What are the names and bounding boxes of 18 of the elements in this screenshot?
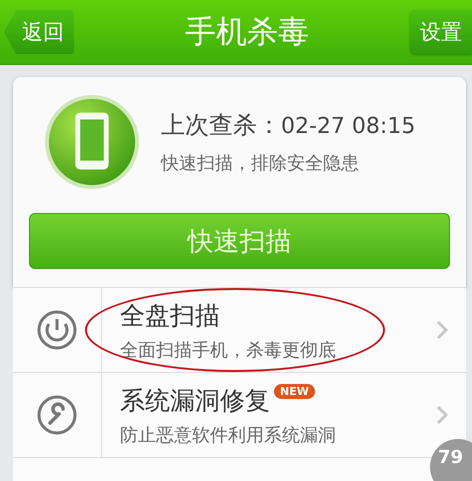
chevron-icon — [436, 320, 448, 340]
back-button[interactable]: 返回 — [4, 10, 74, 54]
floating-widget[interactable]: 79 — [430, 439, 472, 481]
last-scan-label: 上次查杀： — [161, 111, 281, 139]
settings-button[interactable]: 设置 — [410, 10, 472, 54]
last-scan-time: 02-27 08:15 — [281, 114, 416, 139]
chevron-icon — [436, 405, 448, 425]
scan-hint: 快速扫描，排除安全隐患 — [161, 152, 360, 175]
gauge-icon — [37, 310, 77, 350]
new-badge: NEW — [274, 384, 315, 398]
item-subtitle: 全面扫描手机，杀毒更彻底 — [120, 338, 337, 362]
item-title: 系统漏洞修复 — [120, 384, 270, 416]
phone-shield-icon — [43, 93, 141, 191]
screen-title: 手机杀毒 — [185, 13, 309, 52]
quick-scan-button[interactable]: 快速扫描 — [29, 213, 450, 269]
item-subtitle: 防止恶意软件利用系统漏洞 — [120, 424, 337, 446]
item-title: 全盘扫描 — [120, 300, 220, 332]
list-item[interactable]: 全盘扫描 全面扫描手机，杀毒更彻底 — [102, 288, 436, 372]
